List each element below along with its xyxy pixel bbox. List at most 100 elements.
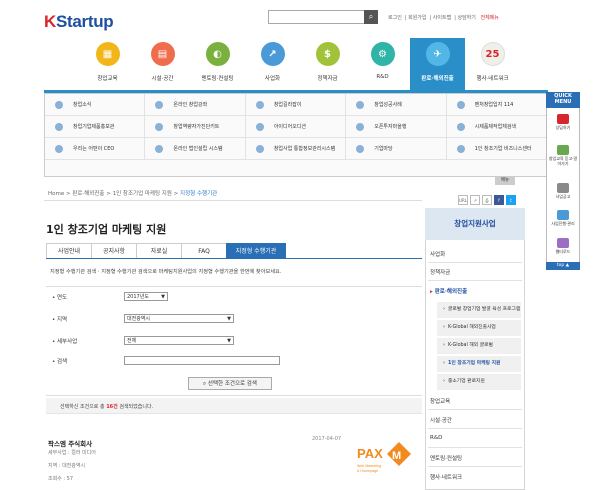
tab-designated-agencies[interactable]: 지정형 수행기관 xyxy=(226,243,286,259)
link-prototype-search[interactable]: 시제품제작업체검색 xyxy=(447,116,548,137)
side-divider xyxy=(428,447,522,448)
link-young-ceo[interactable]: 우리는 어떤이 CEO xyxy=(45,138,146,159)
facebook-icon[interactable]: f xyxy=(494,195,504,205)
link-bizinfo[interactable]: 기업마당 xyxy=(346,138,447,159)
region-label: • 지역 xyxy=(52,317,68,323)
handshake-icon xyxy=(356,122,365,131)
nav-mentoring[interactable]: ◐ 멘토링·컨설팅 xyxy=(190,38,245,90)
share-icon[interactable]: ↗ xyxy=(470,195,480,205)
side-menu-title: 창업지원사업 xyxy=(425,208,525,240)
chevron-down-icon: ▼ xyxy=(161,294,165,300)
quick-announcements[interactable]: 사업공고 xyxy=(548,183,578,200)
building-icon: ▤ xyxy=(150,42,175,66)
side-item-policy-funds[interactable]: 정책자금 xyxy=(430,268,450,276)
nav-policy-funds[interactable]: $ 정책자금 xyxy=(300,38,355,90)
side-sub-one-person-marketing[interactable]: › 1인 창조기업 마케팅 지원 xyxy=(437,356,521,372)
link-startup-guide[interactable]: 창업길라잡이 xyxy=(246,94,347,115)
side-sub-kglobal-global[interactable]: › K-Global 해외 글로벌 xyxy=(437,338,521,354)
tab-faq[interactable]: FAQ xyxy=(181,243,226,259)
side-item-education[interactable]: 창업교육 xyxy=(430,397,450,405)
tab-notices[interactable]: 공지사항 xyxy=(91,243,136,259)
keyword-label: • 검색 xyxy=(52,359,68,365)
chat-bubble-icon xyxy=(557,114,569,124)
company-logo: PAX M Web Marketing & Homepage xyxy=(355,440,413,474)
side-sub-sales-support[interactable]: › 중소기업 판로지원 xyxy=(437,374,521,390)
nav-rnd[interactable]: ⚙ R&D xyxy=(355,38,410,90)
all-menu-link[interactable]: 전체메뉴 xyxy=(480,15,498,21)
gear-icon: ⚙ xyxy=(370,42,395,66)
side-item-mentoring[interactable]: 멘토링·컨설팅 xyxy=(430,454,462,462)
quick-consult[interactable]: 상담하기 xyxy=(548,114,578,131)
search-icon: ⌕ xyxy=(203,381,207,387)
site-logo[interactable]: KStartup xyxy=(44,12,114,32)
chat-icon xyxy=(356,144,365,153)
nav-commercialization[interactable]: ↗ 사업화 xyxy=(245,38,300,90)
book-icon: ▦ xyxy=(95,42,120,66)
search-button[interactable]: ⌕ 선택한 조건으로 검색 xyxy=(188,377,272,390)
arrow-icon: › xyxy=(443,343,445,348)
tab-resources[interactable]: 자료실 xyxy=(136,243,181,259)
svg-text:PAX: PAX xyxy=(357,446,383,461)
result-count: 16건 xyxy=(106,404,118,410)
link-one-person-center[interactable]: 1인 창조기업 비즈니스센터 xyxy=(447,138,548,159)
link-startup-news[interactable]: 창업소식 xyxy=(45,94,146,115)
quick-project-manage[interactable]: 사업진행·관리 xyxy=(548,210,578,227)
tab-underline xyxy=(46,258,422,259)
breadcrumb-level1[interactable]: 판로·해외진출 xyxy=(72,191,104,197)
link-product-promo[interactable]: 창업기업제품홍보관 xyxy=(45,116,146,137)
pin-icon xyxy=(456,100,465,109)
list-item-title[interactable]: 팍스엠 주식회사 xyxy=(48,438,92,448)
chart-icon: ↗ xyxy=(260,42,285,66)
side-item-rnd[interactable]: R&D xyxy=(430,435,442,441)
nav-market-overseas[interactable]: ✈ 판로·해외진출 xyxy=(410,38,465,90)
side-item-market-overseas[interactable]: ▸ 판로·해외진출 xyxy=(430,287,467,295)
nav-startup-education[interactable]: ▦ 창업교육 xyxy=(80,38,135,90)
side-item-facility[interactable]: 시설·공간 xyxy=(430,416,452,424)
detail-select[interactable]: 전체 ▼ xyxy=(124,336,234,345)
signup-link[interactable]: 회원가입 xyxy=(408,15,426,21)
side-item-events[interactable]: 행사·네트워크 xyxy=(430,473,462,481)
link-idea-audition[interactable]: 아이디어오디션 xyxy=(246,116,347,137)
back-to-top-button[interactable]: top ▲ xyxy=(546,262,580,270)
side-divider xyxy=(428,409,522,410)
breadcrumb-level2[interactable]: 1인 창조기업 마케팅 지원 xyxy=(113,191,172,197)
quick-download[interactable]: 웹티로드 xyxy=(548,238,578,255)
link-open-invest[interactable]: 오픈투자마을행 xyxy=(346,116,447,137)
region-select[interactable]: 대전광역시 ▼ xyxy=(124,314,234,323)
link-integrated-system[interactable]: 창업사업 통합정보관리시스템 xyxy=(246,138,347,159)
sitemap-link[interactable]: 사이트맵 xyxy=(433,15,451,21)
breadcrumb-home[interactable]: Home xyxy=(48,191,64,197)
search-icon[interactable]: ⌕ xyxy=(364,10,378,24)
year-select[interactable]: 2017년도 ▼ xyxy=(124,292,168,301)
user-icon xyxy=(456,144,465,153)
link-self-diagnosis[interactable]: 창업역량자가진단키트 xyxy=(145,116,246,137)
link-venture-site[interactable]: 벤처창업입지 114 xyxy=(447,94,548,115)
chevron-down-icon: ▼ xyxy=(227,316,231,322)
keyword-input[interactable] xyxy=(124,356,280,365)
breadcrumb: Home > 판로·해외진출 > 1인 창조기업 마케팅 지원 > 지정형 수행… xyxy=(48,191,218,197)
svg-text:Web Marketing: Web Marketing xyxy=(357,464,381,468)
link-success-cases[interactable]: 창업성공사례 xyxy=(346,94,447,115)
copy-url-button[interactable]: URL xyxy=(458,195,468,205)
top-links: 로그인 | 회원가입 | 사이트맵 | 상담하기 전체메뉴 xyxy=(388,15,499,21)
link-online-lecture[interactable]: 온라인 창업강좌 xyxy=(145,94,246,115)
quick-links-grid: 창업소식 온라인 창업강좌 창업길라잡이 창업성공사례 벤처창업입지 114 창… xyxy=(44,93,548,177)
tab-business-info[interactable]: 사업안내 xyxy=(46,243,91,259)
person-icon xyxy=(55,144,63,153)
twitter-icon[interactable]: t xyxy=(506,195,516,205)
list-item-region: 지역 : 대전광역시 xyxy=(48,463,86,469)
nav-facility[interactable]: ▤ 시설·공간 xyxy=(135,38,190,90)
consult-link[interactable]: 상담하기 xyxy=(457,15,475,21)
side-item-commercialization[interactable]: 사업화 xyxy=(430,250,445,258)
link-online-incorporation[interactable]: 온라인 법인설립 시스템 xyxy=(145,138,246,159)
side-sub-global-startup[interactable]: › 글로벌 창업기업 발굴 육성 프로그램 xyxy=(437,302,521,318)
login-link[interactable]: 로그인 xyxy=(388,15,402,21)
search-input[interactable] xyxy=(268,10,378,24)
year-label: • 연도 xyxy=(52,295,68,301)
side-sub-kglobal-overseas[interactable]: › K-Global 해외진출사업 xyxy=(437,320,521,336)
print-icon[interactable]: ⎙ xyxy=(482,195,492,205)
arrow-icon: › xyxy=(443,379,445,384)
nav-events[interactable]: 25 행사·네트워크 xyxy=(465,38,520,90)
quick-education[interactable]: 창업교육 듣고·알아가기 xyxy=(548,145,578,167)
menu-toggle[interactable]: 메뉴 xyxy=(495,177,515,185)
